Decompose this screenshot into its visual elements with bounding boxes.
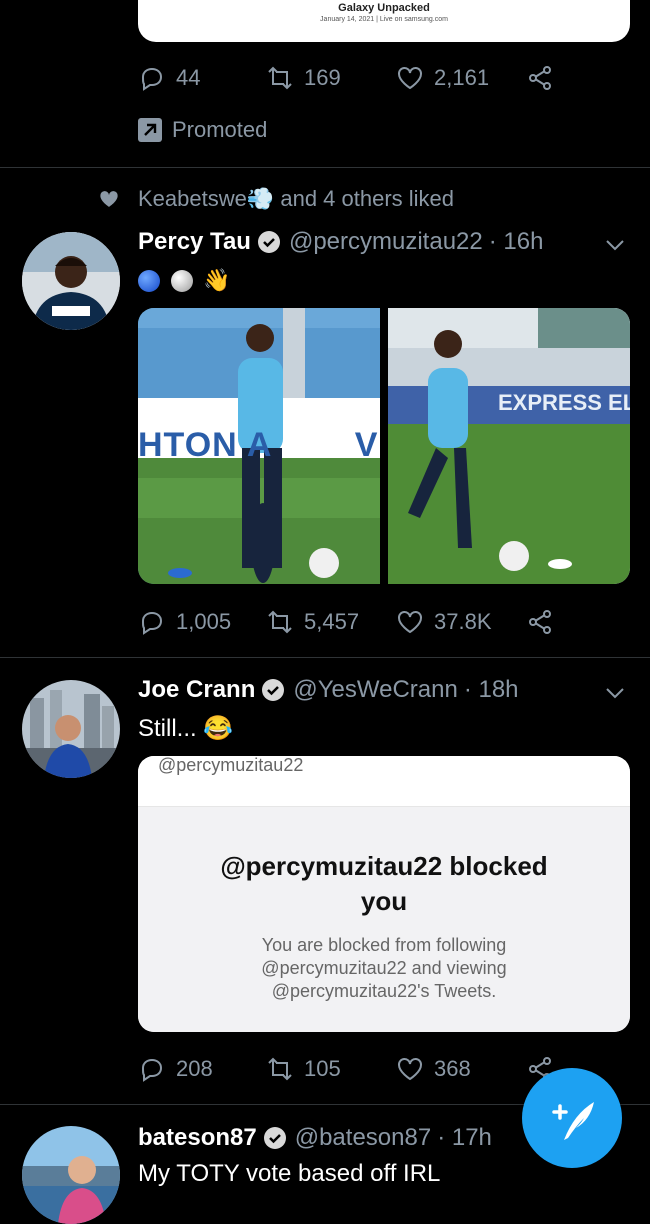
ad-card[interactable]: Galaxy Unpacked January 14, 2021 | Live …: [138, 0, 630, 42]
retweet-count: 169: [304, 65, 341, 90]
handle[interactable]: @YesWeCrann: [293, 676, 457, 704]
retweet-button[interactable]: 105: [266, 1055, 341, 1083]
wave-emoji: 👋: [203, 267, 231, 293]
verified-icon: [262, 679, 285, 701]
photo-1-banner-text: HTON A VE ALB: [138, 426, 380, 464]
heart-icon: [398, 611, 422, 634]
promoted-label: Promoted: [172, 117, 268, 142]
like-button[interactable]: 2,161: [396, 64, 489, 92]
handle[interactable]: @bateson87: [295, 1124, 431, 1152]
blocked-body-1: You are blocked from following: [261, 935, 507, 955]
blue-circle-emoji: [138, 269, 160, 292]
timestamp[interactable]: · 16h: [489, 228, 544, 256]
tweet-header: Joe Crann @YesWeCrann · 18h: [138, 676, 519, 704]
ad-card-subtitle: January 14, 2021 | Live on samsung.com: [320, 16, 448, 23]
tweet-text: My TOTY vote based off IRL: [138, 1160, 441, 1187]
tweet-photo-2[interactable]: EXPRESS ELI: [388, 308, 630, 584]
tweet-text: 👋: [138, 266, 231, 294]
display-name[interactable]: Percy Tau: [138, 228, 251, 256]
social-context-text: Keabetswe💨 and 4 others liked: [138, 186, 455, 211]
avatar[interactable]: [22, 232, 120, 330]
chevron-down-icon[interactable]: [604, 682, 626, 704]
compose-tweet-button[interactable]: [522, 1068, 622, 1168]
verified-icon: [263, 1127, 286, 1149]
tweet-image-card[interactable]: @percymuzitau22 @percymuzitau22 blocked …: [138, 756, 630, 1032]
share-icon: [529, 610, 551, 634]
tweet-divider: [0, 657, 650, 658]
avatar[interactable]: [22, 680, 120, 778]
retweet-button[interactable]: 169: [266, 64, 341, 92]
timestamp[interactable]: · 17h: [437, 1124, 492, 1152]
retweet-button[interactable]: 5,457: [266, 608, 359, 636]
display-name[interactable]: Joe Crann: [138, 676, 255, 704]
blocked-body-3: @percymuzitau22's Tweets.: [271, 981, 497, 1001]
card-handle: @percymuzitau22: [158, 756, 304, 775]
heart-filled-icon: [100, 191, 118, 207]
heart-icon: [398, 67, 422, 90]
blocked-body-2: @percymuzitau22 and viewing: [261, 958, 507, 978]
card-body: @percymuzitau22 blocked you You are bloc…: [138, 807, 630, 1032]
reply-count: 1,005: [176, 609, 232, 634]
avatar[interactable]: [22, 1126, 120, 1224]
timestamp[interactable]: · 18h: [464, 676, 519, 704]
verified-icon: [257, 231, 280, 253]
chevron-down-icon[interactable]: [604, 234, 626, 256]
retweet-count: 105: [304, 1056, 341, 1081]
promoted-icon: [138, 118, 162, 142]
reply-button[interactable]: 44: [138, 64, 200, 92]
share-button[interactable]: [526, 64, 554, 92]
like-count: 2,161: [434, 65, 490, 90]
like-count: 37.8K: [434, 609, 492, 634]
retweet-count: 5,457: [304, 609, 360, 634]
retweet-icon: [268, 66, 292, 90]
retweet-icon: [268, 610, 292, 634]
photo-2-banner-text: EXPRESS ELI: [498, 390, 630, 415]
blocked-title-2: you: [360, 886, 408, 916]
share-icon: [529, 66, 551, 90]
handle[interactable]: @percymuzitau22: [289, 228, 483, 256]
reply-button[interactable]: 208: [138, 1055, 213, 1083]
promoted-row[interactable]: Promoted: [138, 117, 267, 143]
blocked-title-1: @percymuzitau22 blocked: [220, 851, 548, 881]
tweet-text: Still... 😂: [138, 715, 234, 742]
reply-count: 208: [176, 1056, 213, 1081]
retweet-icon: [268, 1057, 292, 1081]
reply-icon: [141, 67, 163, 91]
share-button[interactable]: [526, 608, 554, 636]
tweet-header: Percy Tau @percymuzitau22 · 16h: [138, 228, 543, 256]
social-context: Keabetswe💨 and 4 others liked: [98, 186, 454, 212]
tweet-header: bateson87 @bateson87 · 17h: [138, 1124, 492, 1152]
card-handle-bar: @percymuzitau22: [138, 756, 630, 807]
tweet-photo-1[interactable]: HTON A VE ALB: [138, 308, 380, 584]
white-circle-emoji: [170, 269, 193, 292]
compose-feather-icon: [552, 1102, 594, 1140]
reply-icon: [141, 611, 163, 635]
like-button[interactable]: 37.8K: [396, 608, 492, 636]
heart-icon: [398, 1058, 422, 1081]
tweet-divider: [0, 167, 650, 168]
reply-count: 44: [176, 65, 201, 90]
ad-card-title: Galaxy Unpacked: [338, 2, 430, 14]
reply-icon: [141, 1058, 163, 1082]
like-button[interactable]: 368: [396, 1055, 471, 1083]
like-count: 368: [434, 1056, 471, 1081]
display-name[interactable]: bateson87: [138, 1124, 257, 1152]
reply-button[interactable]: 1,005: [138, 608, 231, 636]
